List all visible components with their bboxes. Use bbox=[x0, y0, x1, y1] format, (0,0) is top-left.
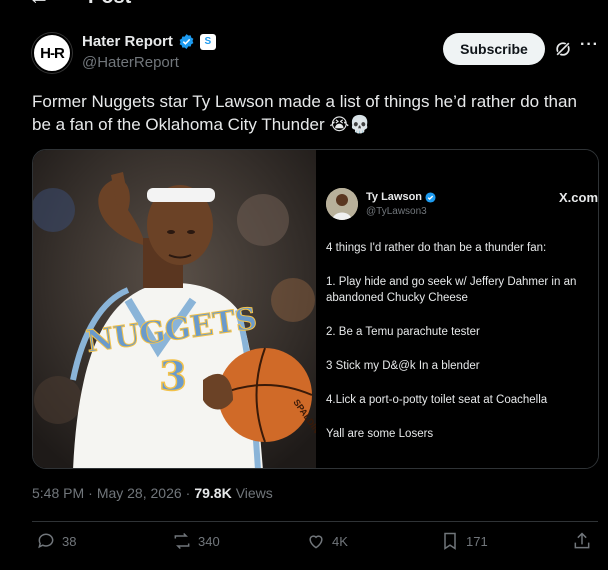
heart-icon bbox=[309, 535, 323, 549]
meta-separator: · bbox=[88, 485, 93, 501]
engagement-bar: 38 340 4K 171 bbox=[32, 531, 598, 561]
jersey-number: 3 bbox=[159, 353, 187, 400]
more-icon[interactable]: ··· bbox=[580, 36, 599, 54]
like-count: 4K bbox=[332, 533, 348, 549]
embedded-tweet-body: 4 things I'd rather do than be a thunder… bbox=[326, 240, 598, 460]
bookmark-button[interactable]: 171 bbox=[440, 531, 488, 551]
tweet-time[interactable]: 5:48 PM bbox=[32, 485, 84, 501]
share-icon bbox=[574, 532, 590, 549]
embedded-handle: @TyLawson3 bbox=[366, 206, 427, 217]
author-handle[interactable]: @HaterReport bbox=[82, 54, 179, 71]
embedded-line: 3 Stick my D&@k In a blender bbox=[326, 360, 480, 372]
divider bbox=[32, 521, 598, 522]
arrow-left-icon[interactable]: ← bbox=[28, 0, 50, 8]
player-photo: NUGGETS 3 SPALDING bbox=[33, 150, 316, 468]
embedded-line: 2. Be a Temu parachute tester bbox=[326, 326, 480, 338]
tweet-media[interactable]: NUGGETS 3 SPALDING Ty Lawson @TyLawson3 … bbox=[32, 149, 599, 469]
embedded-line: 1. Play hide and go seek w/ Jeffery Dahm… bbox=[326, 276, 577, 304]
affiliate-badge-icon[interactable]: S bbox=[199, 33, 216, 50]
avatar-text: H-R bbox=[40, 44, 65, 62]
verified-badge-icon bbox=[179, 34, 194, 49]
meta-separator: · bbox=[185, 485, 191, 501]
embedded-name-row: Ty Lawson bbox=[366, 191, 436, 203]
embedded-avatar bbox=[326, 188, 358, 220]
author-name-row: Hater Report S bbox=[82, 33, 216, 50]
embedded-avatar-image bbox=[326, 188, 358, 220]
embedded-line: Yall are some Losers bbox=[326, 428, 434, 440]
x-logo-watermark: X.com bbox=[558, 190, 598, 205]
like-button[interactable]: 4K bbox=[306, 531, 348, 551]
repost-count: 340 bbox=[198, 533, 220, 549]
grok-icon[interactable] bbox=[553, 39, 573, 59]
views-count[interactable]: 79.8K bbox=[194, 485, 231, 501]
player-photo-illustration: NUGGETS 3 SPALDING bbox=[33, 150, 316, 468]
embedded-name: Ty Lawson bbox=[366, 191, 423, 203]
reply-button[interactable]: 38 bbox=[36, 531, 76, 551]
bookmark-count: 171 bbox=[466, 533, 488, 549]
bookmark-icon bbox=[444, 532, 456, 550]
embedded-line: 4 things I'd rather do than be a thunder… bbox=[326, 242, 547, 254]
embedded-verified-icon bbox=[425, 191, 436, 203]
share-button[interactable] bbox=[572, 531, 592, 551]
tweet-meta: 5:48 PM · May 28, 2026 · 79.8K Views bbox=[32, 485, 273, 501]
repost-button[interactable]: 340 bbox=[172, 531, 220, 551]
page-title: Post bbox=[88, 0, 131, 8]
views-label: Views bbox=[235, 485, 273, 501]
tweet-date[interactable]: May 28, 2026 bbox=[97, 485, 182, 501]
author-display-name[interactable]: Hater Report bbox=[82, 33, 173, 50]
embedded-tweet-screenshot: Ty Lawson @TyLawson3 X.com 4 things I'd … bbox=[316, 150, 598, 468]
top-bar: ← Post bbox=[0, 0, 608, 8]
repost-icon bbox=[174, 532, 190, 550]
subscribe-button[interactable]: Subscribe bbox=[443, 33, 545, 65]
reply-count: 38 bbox=[62, 533, 77, 549]
reply-icon bbox=[38, 533, 54, 549]
tweet-text: Former Nuggets star Ty Lawson made a lis… bbox=[32, 92, 577, 134]
avatar[interactable]: H-R bbox=[32, 33, 72, 73]
embedded-line: 4.Lick a port-o-potty toilet seat at Coa… bbox=[326, 394, 548, 406]
